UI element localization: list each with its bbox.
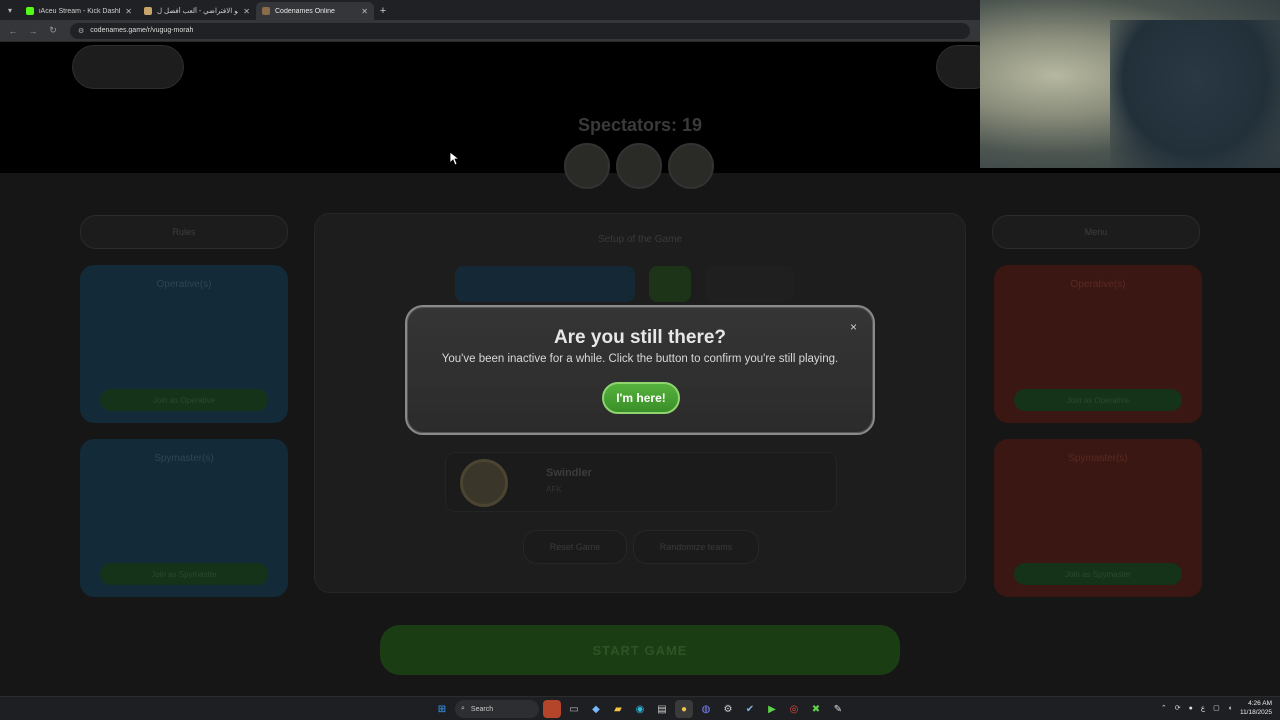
deck-option[interactable]: [649, 266, 691, 302]
widgets-icon[interactable]: [543, 700, 561, 718]
player-status: AFK: [546, 485, 562, 494]
forward-icon[interactable]: →: [24, 26, 42, 36]
avatar: [616, 143, 662, 189]
sync-icon[interactable]: ⟳: [1175, 704, 1181, 712]
player-pill[interactable]: [72, 45, 184, 89]
search-label: Search: [470, 705, 494, 713]
tab-title: البيانو الافتراضي - ألعب أفضل ل…: [157, 8, 238, 15]
tab-kick-dashboard[interactable]: iAceu Stream - Kick Dashboard ✕: [20, 2, 138, 20]
avatar: [460, 459, 508, 507]
card-title: Spymaster(s): [1068, 453, 1128, 464]
join-blue-operative-button[interactable]: Join as Operative: [100, 389, 268, 411]
tab-close-icon[interactable]: ✕: [243, 7, 250, 16]
url-field[interactable]: ⚙ codenames.game/r/vugug-morah: [70, 22, 970, 39]
rules-button[interactable]: Rules: [80, 215, 288, 249]
start-game-button[interactable]: START GAME: [380, 625, 900, 675]
reset-game-button[interactable]: Reset Game: [523, 530, 627, 564]
tab-title: iAceu Stream - Kick Dashboard: [39, 7, 120, 15]
codenames-favicon-icon: [262, 7, 270, 15]
copilot-icon[interactable]: ◆: [587, 700, 605, 718]
edge-icon[interactable]: ◉: [631, 700, 649, 718]
site-info-icon[interactable]: ⚙: [78, 27, 84, 35]
xbox-icon[interactable]: ✖: [807, 700, 825, 718]
tab-search-icon[interactable]: ▾: [0, 0, 20, 20]
modal-title: Are you still there?: [553, 327, 727, 348]
deck-option[interactable]: [705, 266, 795, 302]
red-operatives-card: Operative(s) Join as Operative: [994, 265, 1202, 423]
new-tab-button[interactable]: +: [374, 2, 392, 20]
card-title: Spymaster(s): [154, 453, 214, 464]
network-icon[interactable]: ▢: [1213, 704, 1220, 712]
avatar: [668, 143, 714, 189]
system-tray: ⌃ ⟳ ● ع ▢ ◖ 4:26 AM 11/18/2025: [1161, 699, 1272, 717]
search-icon: ⌕: [461, 705, 465, 712]
menu-button[interactable]: Menu: [992, 215, 1200, 249]
clock-date: 11/18/2025: [1239, 709, 1272, 716]
tab-codenames[interactable]: Codenames Online ✕: [256, 2, 374, 20]
join-blue-spymaster-button[interactable]: Join as Spymaster: [100, 563, 268, 585]
deck-option[interactable]: [455, 266, 635, 302]
url-text: codenames.game/r/vugug-morah: [90, 27, 194, 34]
tab-virtual-piano[interactable]: البيانو الافتراضي - ألعب أفضل ل… ✕: [138, 2, 256, 20]
im-here-button[interactable]: I'm here!: [602, 382, 680, 414]
volume-icon[interactable]: ◖: [1228, 705, 1232, 712]
webcam-overlay: [980, 0, 1280, 168]
randomize-label: Randomize teams: [659, 542, 733, 552]
task-view-icon[interactable]: ▭: [565, 700, 583, 718]
discord-icon[interactable]: ◍: [697, 700, 715, 718]
kick-favicon-icon: [26, 7, 34, 15]
join-red-operative-button[interactable]: Join as Operative: [1014, 389, 1182, 411]
tab-close-icon[interactable]: ✕: [125, 7, 132, 16]
reload-icon[interactable]: ↻: [44, 25, 62, 36]
steam-icon[interactable]: ✔: [741, 700, 759, 718]
chevron-up-icon[interactable]: ⌃: [1161, 704, 1167, 712]
play-icon[interactable]: ▶: [763, 700, 781, 718]
settings-icon[interactable]: ⚙: [719, 700, 737, 718]
taskbar: ⊞ ⌕ Search ▭ ◆ ▰ ◉ ▤ ● ◍ ⚙ ✔ ▶ ◎ ✖ ✎ ⌃ ⟳…: [0, 696, 1280, 720]
reset-label: Reset Game: [549, 542, 601, 552]
inactivity-modal: × Are you still there? You've been inact…: [405, 305, 875, 435]
tab-close-icon[interactable]: ✕: [361, 7, 368, 16]
back-icon[interactable]: ←: [4, 26, 22, 36]
language-indicator[interactable]: ع: [1201, 704, 1205, 712]
mic-icon[interactable]: ●: [1189, 705, 1193, 712]
menu-label: Menu: [1084, 227, 1108, 237]
card-title: Operative(s): [156, 279, 212, 290]
taskbar-search[interactable]: ⌕ Search: [455, 700, 539, 718]
modal-message: You've been inactive for a while. Click …: [441, 353, 839, 365]
panel-title: Setup of the Game: [598, 234, 682, 245]
file-explorer-icon[interactable]: ▰: [609, 700, 627, 718]
chrome-icon[interactable]: ●: [675, 700, 693, 718]
blue-operatives-card: Operative(s) Join as Operative: [80, 265, 288, 423]
randomize-teams-button[interactable]: Randomize teams: [633, 530, 759, 564]
red-spymasters-card: Spymaster(s) Join as Spymaster: [994, 439, 1202, 597]
rules-label: Rules: [172, 227, 196, 237]
card-title: Operative(s): [1070, 279, 1126, 290]
tab-title: Codenames Online: [275, 7, 335, 15]
avatar: [564, 143, 610, 189]
store-icon[interactable]: ▤: [653, 700, 671, 718]
windows-start-icon[interactable]: ⊞: [433, 700, 451, 718]
obs-icon[interactable]: ◎: [785, 700, 803, 718]
taskbar-apps: ⊞ ⌕ Search ▭ ◆ ▰ ◉ ▤ ● ◍ ⚙ ✔ ▶ ◎ ✖ ✎: [433, 700, 847, 718]
webcam-figure: [1110, 20, 1280, 168]
clock-time: 4:26 AM: [1248, 700, 1272, 707]
blue-spymasters-card: Spymaster(s) Join as Spymaster: [80, 439, 288, 597]
join-red-spymaster-button[interactable]: Join as Spymaster: [1014, 563, 1182, 585]
notepad-icon[interactable]: ✎: [829, 700, 847, 718]
screen: ▾ iAceu Stream - Kick Dashboard ✕ البيان…: [0, 0, 1280, 720]
player-row: Swindler AFK: [445, 452, 837, 512]
piano-favicon-icon: [144, 7, 152, 15]
player-name: Swindler: [546, 467, 592, 479]
clock[interactable]: 4:26 AM 11/18/2025: [1240, 699, 1272, 717]
